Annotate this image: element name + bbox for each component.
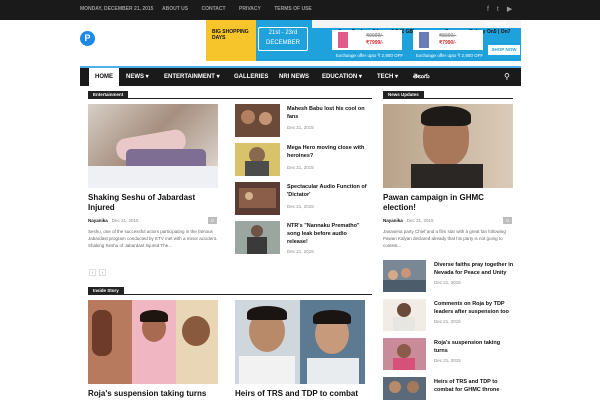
ntr-thumb[interactable] bbox=[235, 221, 280, 254]
nav-galleries[interactable]: GALLERIES bbox=[234, 68, 268, 86]
nav-nri-news[interactable]: NRI NEWS bbox=[279, 68, 309, 86]
side-article-title[interactable]: Mega Hero moving close with heroines? bbox=[287, 144, 367, 160]
mega-hero-thumb[interactable] bbox=[235, 143, 280, 176]
twitter-icon[interactable]: t bbox=[497, 6, 499, 13]
ad-exchange-1: Exchange offer upto ₹ 2,900 OFF bbox=[336, 53, 404, 58]
prev-page-button[interactable]: ‹ bbox=[89, 269, 96, 276]
roja-suspension-photo[interactable] bbox=[88, 300, 218, 384]
inside-story-title[interactable]: Heirs of TRS and TDP to combat bbox=[235, 389, 375, 399]
news-item-title[interactable]: Comments on Roja by TDP leaders after su… bbox=[434, 300, 514, 316]
nav-tech[interactable]: TECH ▾ bbox=[377, 68, 398, 86]
nav-home[interactable]: HOME bbox=[89, 68, 119, 86]
roja-thumb[interactable] bbox=[383, 338, 426, 370]
nav-entertainment[interactable]: ENTERTAINMENT ▾ bbox=[164, 68, 220, 86]
article-excerpt: Seshu, one of the successful actors part… bbox=[88, 229, 218, 248]
main-article-title[interactable]: Pawan campaign in GHMC election! bbox=[383, 193, 513, 213]
news-item-title[interactable]: Heirs of TRS and TDP to combat for GHMC … bbox=[434, 378, 514, 394]
nav-education[interactable]: EDUCATION ▾ bbox=[322, 68, 362, 86]
contact-link[interactable]: CONTACT bbox=[202, 6, 226, 12]
pawan-photo[interactable] bbox=[383, 104, 513, 188]
news-item-date: Dec 21, 2015 bbox=[434, 280, 461, 285]
comment-count-badge[interactable]: 0 bbox=[208, 217, 217, 224]
top-bar: MONDAY, DECEMBER 21, 2015 ABOUT US CONTA… bbox=[0, 0, 600, 20]
side-article-date: Dec 21, 2015 bbox=[287, 125, 314, 130]
mahesh-thumb[interactable] bbox=[235, 104, 280, 137]
next-page-button[interactable]: › bbox=[99, 269, 106, 276]
side-article-date: Dec 21, 2015 bbox=[287, 249, 314, 254]
heirs-trs-tdp-photo[interactable] bbox=[235, 300, 365, 384]
side-article-title[interactable]: Mahesh Babu lost his cool on fans bbox=[287, 105, 367, 121]
ad-offer-2: ₹8990/- ₹7990/- bbox=[413, 30, 483, 50]
privacy-link[interactable]: PRIVACY bbox=[239, 6, 261, 12]
news-item-date: Dec 21, 2015 bbox=[434, 319, 461, 324]
side-article-title[interactable]: NTR's "Nannaku Prematho" song leak befor… bbox=[287, 222, 369, 246]
article-meta: Nayanika Dec 21, 2015 bbox=[88, 218, 139, 223]
youtube-icon[interactable]: ▶ bbox=[507, 6, 512, 13]
ad-offer-1: ₹9999/- ₹7999/- bbox=[332, 30, 402, 50]
about-us-link[interactable]: ABOUT US bbox=[162, 6, 188, 12]
main-nav: HOME NEWS ▾ ENTERTAINMENT ▾ GALLERIES NR… bbox=[80, 66, 521, 86]
social-links: f t ▶ bbox=[487, 5, 518, 13]
nav-telugu[interactable]: తెలుగు bbox=[413, 68, 430, 86]
banner-ad[interactable]: BIG SHOPPING DAYS 21st - 23rd DECEMBER A… bbox=[206, 20, 521, 61]
phone-image bbox=[419, 32, 429, 48]
shop-now-button[interactable]: SHOP NOW bbox=[488, 45, 520, 55]
seshu-photo[interactable] bbox=[88, 104, 218, 188]
comment-count-badge[interactable]: 0 bbox=[503, 217, 512, 224]
terms-link[interactable]: TERMS OF USE bbox=[274, 6, 312, 12]
ad-exchange-2: Exchange offer upto ₹ 2,900 OFF bbox=[416, 53, 484, 58]
ad-dates: 21st - 23rd DECEMBER bbox=[258, 27, 308, 51]
inside-story-title[interactable]: Roja's suspension taking turns bbox=[88, 389, 228, 399]
section-divider bbox=[88, 98, 372, 99]
article-excerpt: Janasena party Chief and a film star wit… bbox=[383, 229, 506, 248]
facebook-icon[interactable]: f bbox=[487, 6, 489, 13]
side-article-date: Dec 21, 2015 bbox=[287, 204, 314, 209]
nevada-thumb[interactable] bbox=[383, 260, 426, 292]
article-meta: Nayanika Dec 21, 2015 bbox=[383, 218, 434, 223]
nav-news[interactable]: NEWS ▾ bbox=[126, 68, 149, 86]
phone-image bbox=[338, 32, 348, 48]
news-item-date: Dec 21, 2015 bbox=[434, 358, 461, 363]
heirs-thumb[interactable] bbox=[383, 377, 426, 400]
search-icon[interactable]: ⚲ bbox=[504, 72, 510, 81]
side-article-title[interactable]: Spectacular Audio Function of 'Dictator' bbox=[287, 183, 367, 199]
news-item-title[interactable]: Roja's suspension taking turns bbox=[434, 339, 514, 355]
ad-badge: BIG SHOPPING DAYS bbox=[206, 20, 256, 61]
current-date: MONDAY, DECEMBER 21, 2015 bbox=[80, 6, 154, 12]
author[interactable]: Nayanika bbox=[383, 218, 403, 223]
roja-tdp-thumb[interactable] bbox=[383, 299, 426, 331]
news-item-title[interactable]: Diverse faiths pray together in Nevada f… bbox=[434, 261, 514, 277]
main-article-title[interactable]: Shaking Seshu of Jabardast Injured bbox=[88, 193, 218, 213]
dictator-thumb[interactable] bbox=[235, 182, 280, 215]
section-divider bbox=[88, 294, 372, 295]
site-logo[interactable]: P bbox=[80, 31, 95, 46]
top-links: ABOUT US CONTACT PRIVACY TERMS OF USE bbox=[162, 6, 324, 12]
section-divider bbox=[383, 98, 513, 99]
author[interactable]: Nayanika bbox=[88, 218, 108, 223]
flipkart-logo: Flipkart bbox=[484, 22, 506, 28]
side-article-date: Dec 21, 2015 bbox=[287, 165, 314, 170]
